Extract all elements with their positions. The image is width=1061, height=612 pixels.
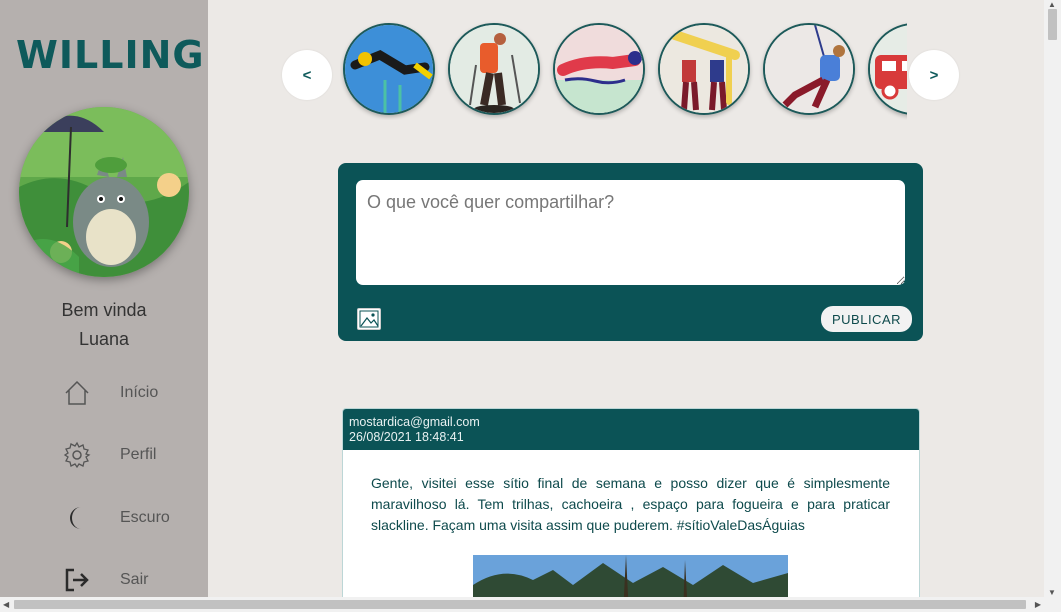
nav-item-perfil[interactable]: Perfil (62, 437, 202, 473)
nav-item-label: Sair (120, 571, 149, 588)
welcome-message: Bem vinda Luana (0, 296, 208, 354)
swimming-icon (555, 25, 643, 113)
category-climbing[interactable] (763, 23, 855, 115)
scroll-up-icon[interactable]: ▲ (1048, 0, 1056, 9)
category-camper-van[interactable] (868, 23, 907, 115)
post-header: mostardica@gmail.com 26/08/2021 18:48:41 (343, 409, 919, 450)
gear-icon (62, 440, 92, 470)
camper-van-icon (870, 25, 907, 113)
moon-icon (62, 503, 92, 533)
carousel-next-button[interactable]: > (909, 50, 959, 100)
nav-item-label: Perfil (120, 446, 157, 463)
nav-item-label: Escuro (120, 509, 170, 526)
category-diving[interactable] (343, 23, 435, 115)
home-icon (62, 378, 92, 408)
nav-item-inicio[interactable]: Início (62, 375, 202, 411)
category-swimming[interactable] (553, 23, 645, 115)
surfing-icon (660, 25, 748, 113)
sidebar: WILLING Bem vinda Luana Início Perfil Es… (0, 0, 208, 597)
logout-icon (62, 565, 92, 595)
climbing-icon (765, 25, 853, 113)
scroll-left-icon[interactable]: ◀ (3, 600, 9, 609)
post-timestamp: 26/08/2021 18:48:41 (349, 430, 464, 444)
user-name: Luana (78, 329, 130, 349)
category-hiking[interactable] (448, 23, 540, 115)
publish-button[interactable]: PUBLICAR (821, 306, 912, 332)
nav-item-sair[interactable]: Sair (62, 562, 202, 598)
scroll-down-icon[interactable]: ▼ (1048, 588, 1056, 597)
avatar (19, 107, 189, 277)
post-composer: PUBLICAR (338, 163, 923, 341)
post-author: mostardica@gmail.com (349, 415, 480, 429)
carousel-prev-button[interactable]: < (282, 50, 332, 100)
post-text: Gente, visitei esse sítio final de seman… (371, 475, 890, 533)
vertical-scrollbar[interactable]: ▲ ▼ (1044, 0, 1061, 597)
vertical-scroll-thumb[interactable] (1048, 9, 1057, 40)
category-surfing[interactable] (658, 23, 750, 115)
image-icon (359, 310, 379, 328)
post-card: mostardica@gmail.com 26/08/2021 18:48:41… (342, 408, 920, 610)
horizontal-scroll-thumb[interactable] (14, 600, 1026, 609)
hiking-icon (450, 25, 538, 113)
greeting-text: Bem vinda (61, 300, 147, 320)
category-carousel (340, 20, 907, 120)
post-input[interactable] (356, 180, 905, 285)
app-logo[interactable]: WILLING (16, 30, 204, 80)
attach-image-button[interactable] (357, 308, 381, 330)
diving-icon (345, 25, 433, 113)
nav-item-escuro[interactable]: Escuro (62, 500, 202, 536)
nav-item-label: Início (120, 384, 159, 401)
horizontal-scrollbar[interactable]: ◀ ▶ (0, 597, 1061, 612)
scroll-right-icon[interactable]: ▶ (1035, 600, 1041, 609)
